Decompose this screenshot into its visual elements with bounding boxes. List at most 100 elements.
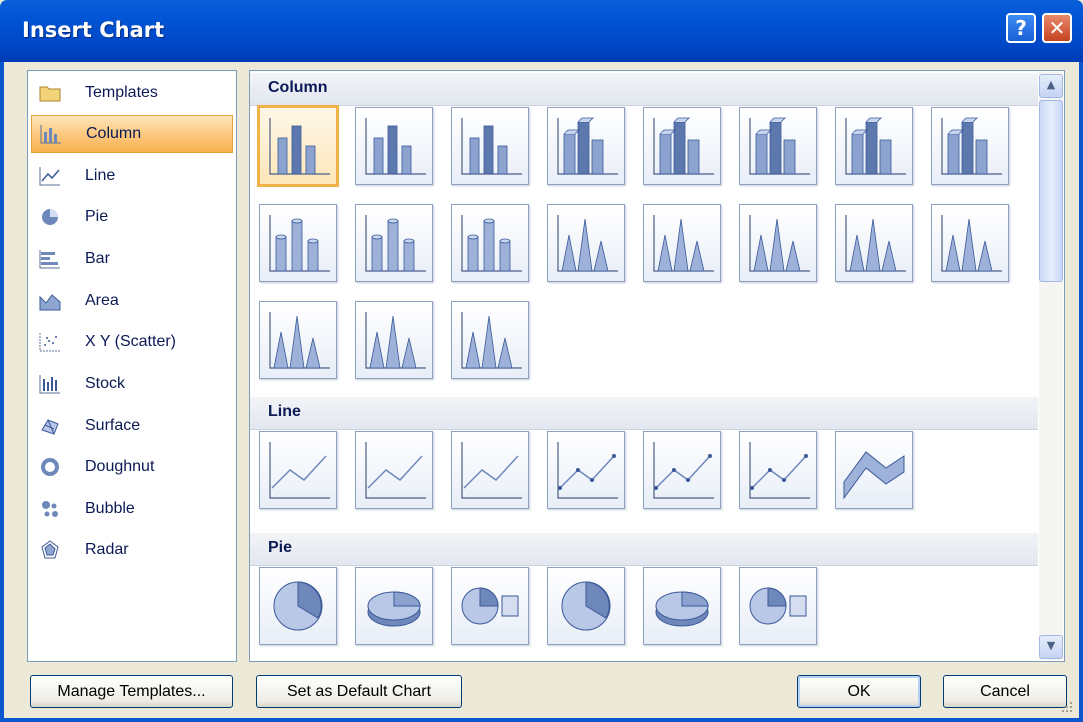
category-label: Stock: [85, 375, 126, 392]
column-chart-subtype-15[interactable]: [835, 204, 913, 282]
pie-chart-subtype-1[interactable]: [259, 567, 337, 645]
category-label: Area: [85, 292, 119, 309]
stock-chart-icon: [39, 373, 61, 395]
column-chart-subtype-13[interactable]: [643, 204, 721, 282]
column-thumbnail-icon: [365, 312, 426, 369]
category-item-area[interactable]: Area: [31, 282, 233, 320]
pie-chart-subtype-3[interactable]: [451, 567, 529, 645]
line-thumbnail-icon: [749, 442, 810, 499]
line-chart-subtype-3[interactable]: [451, 431, 529, 509]
column-thumbnail-icon: [365, 118, 426, 175]
category-item-bubble[interactable]: Bubble: [31, 490, 233, 528]
category-label: X Y (Scatter): [85, 333, 176, 350]
column-chart-subtype-12[interactable]: [547, 204, 625, 282]
ok-button[interactable]: OK: [797, 675, 921, 708]
column-chart-subtype-4[interactable]: [547, 107, 625, 185]
bubble-chart-icon: [39, 498, 61, 520]
column-thumbnail-icon: [461, 312, 522, 369]
window-title: Insert Chart: [22, 18, 165, 42]
column-thumbnail-icon: [365, 215, 426, 272]
category-item-scatter[interactable]: X Y (Scatter): [31, 323, 233, 361]
category-label: Templates: [85, 84, 158, 101]
column-chart-subtype-14[interactable]: [739, 204, 817, 282]
set-default-chart-button[interactable]: Set as Default Chart: [256, 675, 462, 708]
column-chart-subtype-6[interactable]: [739, 107, 817, 185]
column-chart-subtype-16[interactable]: [931, 204, 1009, 282]
line-thumbnail-icon: [653, 442, 714, 499]
column-thumbnail-icon: [461, 215, 522, 272]
column-chart-subtype-11[interactable]: [451, 204, 529, 282]
line-thumbnail-icon: [269, 442, 330, 499]
line-chart-subtype-2[interactable]: [355, 431, 433, 509]
line-chart-subtype-6[interactable]: [739, 431, 817, 509]
category-item-pie[interactable]: Pie: [31, 198, 233, 236]
line-chart-subtype-5[interactable]: [643, 431, 721, 509]
chart-category-list: Templates Column Line Pie Bar Area X Y (…: [27, 70, 237, 662]
pie-chart-subtype-4[interactable]: [547, 567, 625, 645]
surface-chart-icon: [39, 415, 61, 437]
column-chart-subtype-10[interactable]: [355, 204, 433, 282]
line-chart-subtype-7[interactable]: [835, 431, 913, 509]
gallery-scrollbar[interactable]: ▲ ▼: [1039, 72, 1063, 660]
column-thumbnail-icon: [845, 117, 906, 175]
column-thumbnail-icon: [557, 215, 618, 272]
line-thumbnail-icon: [365, 442, 426, 499]
pie-chart-subtype-6[interactable]: [739, 567, 817, 645]
category-item-line[interactable]: Line: [31, 157, 233, 195]
pie-chart-icon: [39, 206, 61, 228]
column-thumbnail-icon: [749, 215, 810, 272]
column-chart-subtype-7[interactable]: [835, 107, 913, 185]
category-label: Radar: [85, 541, 129, 558]
line-thumbnail-icon: [461, 442, 522, 499]
column-chart-subtype-2[interactable]: [355, 107, 433, 185]
line-chart-subtype-1[interactable]: [259, 431, 337, 509]
line-chart-subtype-4[interactable]: [547, 431, 625, 509]
pie-thumbnail-icon: [273, 581, 323, 631]
category-label: Doughnut: [85, 458, 155, 475]
cancel-button[interactable]: Cancel: [943, 675, 1067, 708]
category-label: Pie: [85, 208, 109, 225]
category-label: Bar: [85, 250, 110, 267]
chart-gallery: Column Line Pie: [249, 70, 1065, 662]
column-chart-subtype-18[interactable]: [355, 301, 433, 379]
category-item-radar[interactable]: Radar: [31, 531, 233, 569]
area-chart-icon: [39, 290, 61, 312]
manage-templates-button[interactable]: Manage Templates...: [30, 675, 233, 708]
column-chart-subtype-19[interactable]: [451, 301, 529, 379]
column-thumbnail-icon: [653, 117, 714, 175]
category-item-surface[interactable]: Surface: [31, 407, 233, 445]
doughnut-chart-icon: [39, 456, 61, 478]
column-thumbnail-icon: [269, 118, 330, 175]
column-chart-subtype-9[interactable]: [259, 204, 337, 282]
line-chart-icon: [39, 165, 61, 187]
pie-thumbnail-icon: [561, 581, 611, 631]
column-thumbnail-icon: [269, 215, 330, 272]
close-button[interactable]: ✕: [1042, 13, 1072, 43]
scroll-thumb[interactable]: [1039, 100, 1063, 282]
section-header-pie: Pie: [250, 533, 1038, 566]
pie-thumbnail-icon: [749, 587, 807, 625]
column-chart-subtype-17[interactable]: [259, 301, 337, 379]
scroll-up-button[interactable]: ▲: [1039, 74, 1063, 98]
scroll-down-button[interactable]: ▼: [1039, 635, 1063, 659]
pie-chart-subtype-2[interactable]: [355, 567, 433, 645]
pie-thumbnail-icon: [461, 587, 519, 625]
category-item-doughnut[interactable]: Doughnut: [31, 448, 233, 486]
pie-chart-subtype-5[interactable]: [643, 567, 721, 645]
help-button[interactable]: ?: [1006, 13, 1036, 43]
category-label: Surface: [85, 417, 141, 434]
column-chart-subtype-5[interactable]: [643, 107, 721, 185]
category-item-bar[interactable]: Bar: [31, 240, 233, 278]
column-chart-subtype-1[interactable]: [257, 105, 339, 187]
category-item-templates[interactable]: Templates: [31, 74, 233, 112]
column-chart-subtype-8[interactable]: [931, 107, 1009, 185]
column-chart-subtype-3[interactable]: [451, 107, 529, 185]
pie-thumbnail-icon: [367, 591, 421, 627]
category-item-stock[interactable]: Stock: [31, 365, 233, 403]
resize-grip-icon[interactable]: [1060, 700, 1074, 714]
bar-chart-icon: [39, 248, 61, 270]
column-thumbnail-icon: [941, 215, 1002, 272]
section-header-line: Line: [250, 397, 1038, 430]
column-thumbnail-icon: [845, 215, 906, 272]
category-item-column[interactable]: Column: [31, 115, 233, 153]
